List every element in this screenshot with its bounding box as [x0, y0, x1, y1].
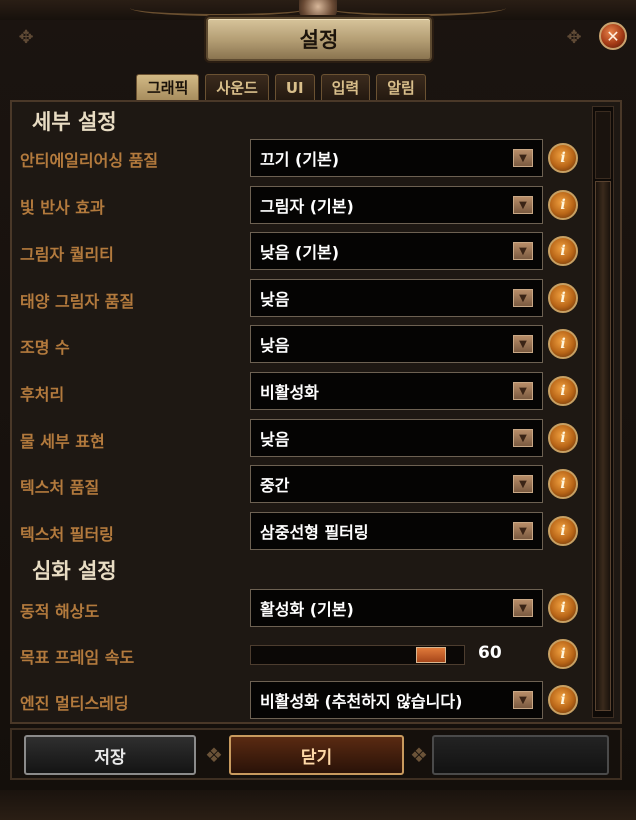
- scrollbar-thumb[interactable]: [595, 181, 611, 711]
- shadow-quality-dropdown[interactable]: 낮음 (기본) ▼: [250, 232, 543, 270]
- scrollbar-top-section: [595, 111, 611, 179]
- texture-quality-dropdown[interactable]: 중간 ▼: [250, 465, 543, 503]
- setting-label-light-count: 조명 수: [20, 338, 70, 357]
- antialiasing-value: 끄기 (기본): [260, 150, 340, 169]
- texture-filtering-value: 삼중선형 필터링: [260, 523, 369, 542]
- setting-label-texture-quality: 텍스처 품질: [20, 478, 100, 497]
- tab-graphics[interactable]: 그래픽: [136, 74, 200, 100]
- setting-label-dynamic-resolution: 동적 해상도: [20, 602, 100, 621]
- engine-multithreading-dropdown[interactable]: 비활성화 (추천하지 않습니다) ▼: [250, 681, 543, 719]
- water-detail-value: 낮음: [260, 430, 290, 449]
- info-icon[interactable]: i: [548, 376, 578, 406]
- dropdown-arrow-icon[interactable]: ▼: [513, 196, 533, 214]
- dropdown-arrow-icon[interactable]: ▼: [513, 691, 533, 709]
- section-title-advanced: 심화 설정: [32, 559, 117, 583]
- texture-filtering-dropdown[interactable]: 삼중선형 필터링 ▼: [250, 512, 543, 550]
- framerate-value: 60: [478, 643, 502, 663]
- tab-input[interactable]: 입력: [320, 74, 371, 100]
- info-icon[interactable]: i: [548, 639, 578, 669]
- info-icon[interactable]: i: [548, 190, 578, 220]
- setting-label-light-reflection: 빛 반사 효과: [20, 198, 105, 217]
- dropdown-arrow-icon[interactable]: ▼: [513, 522, 533, 540]
- dropdown-arrow-icon[interactable]: ▼: [513, 335, 533, 353]
- sun-shadow-dropdown[interactable]: 낮음 ▼: [250, 279, 543, 317]
- dropdown-arrow-icon[interactable]: ▼: [513, 429, 533, 447]
- dropdown-arrow-icon[interactable]: ▼: [513, 475, 533, 493]
- water-detail-dropdown[interactable]: 낮음 ▼: [250, 419, 543, 457]
- post-processing-dropdown[interactable]: 비활성화 ▼: [250, 372, 543, 410]
- setting-label-sun-shadow: 태양 그림자 품질: [20, 292, 135, 311]
- corner-ornament-left: ✥: [18, 27, 34, 48]
- tab-ui[interactable]: UI: [274, 74, 315, 100]
- save-button[interactable]: 저장: [24, 735, 196, 775]
- info-icon[interactable]: i: [548, 469, 578, 499]
- light-count-value: 낮음: [260, 336, 290, 355]
- info-icon[interactable]: i: [548, 685, 578, 715]
- shadow-quality-value: 낮음 (기본): [260, 243, 340, 262]
- dropdown-arrow-icon[interactable]: ▼: [513, 149, 533, 167]
- ornament-wing-left: [130, 0, 310, 16]
- bottom-ornament: [0, 790, 636, 820]
- setting-label-shadow-quality: 그림자 퀄리티: [20, 245, 114, 264]
- tab-sound[interactable]: 사운드: [205, 74, 269, 100]
- tab-notifications[interactable]: 알림: [376, 74, 426, 100]
- info-icon[interactable]: i: [548, 593, 578, 623]
- setting-label-post-processing: 후처리: [20, 385, 65, 404]
- ornament-wing-right: [326, 0, 506, 16]
- setting-label-engine-multithreading: 엔진 멀티스레딩: [20, 694, 129, 713]
- post-processing-value: 비활성화: [260, 383, 319, 402]
- engine-multithreading-value: 비활성화 (추천하지 않습니다): [260, 692, 463, 711]
- setting-label-antialiasing: 안티에일리어싱 품질: [20, 151, 159, 170]
- light-count-dropdown[interactable]: 낮음 ▼: [250, 325, 543, 363]
- setting-label-texture-filtering: 텍스처 필터링: [20, 525, 114, 544]
- settings-tabs: 그래픽 사운드 UI 입력 알림: [136, 74, 426, 100]
- info-icon[interactable]: i: [548, 283, 578, 313]
- close-button[interactable]: 닫기: [229, 735, 404, 775]
- knot-ornament: ❖: [410, 743, 428, 767]
- empty-button-slot: [432, 735, 609, 775]
- setting-label-water-detail: 물 세부 표현: [20, 432, 105, 451]
- close-icon[interactable]: ✕: [599, 22, 627, 50]
- dropdown-arrow-icon[interactable]: ▼: [513, 382, 533, 400]
- antialiasing-dropdown[interactable]: 끄기 (기본) ▼: [250, 139, 543, 177]
- dynamic-resolution-dropdown[interactable]: 활성화 (기본) ▼: [250, 589, 543, 627]
- light-reflection-dropdown[interactable]: 그림자 (기본) ▼: [250, 186, 543, 224]
- section-title-detail: 세부 설정: [32, 110, 117, 134]
- window-title: 설정: [206, 17, 432, 61]
- framerate-slider-thumb[interactable]: [416, 647, 446, 663]
- setting-label-target-framerate: 목표 프레임 속도: [20, 648, 135, 667]
- dropdown-arrow-icon[interactable]: ▼: [513, 289, 533, 307]
- info-icon[interactable]: i: [548, 143, 578, 173]
- info-icon[interactable]: i: [548, 516, 578, 546]
- dropdown-arrow-icon[interactable]: ▼: [513, 599, 533, 617]
- corner-ornament-right: ✥: [566, 27, 582, 48]
- info-icon[interactable]: i: [548, 423, 578, 453]
- dropdown-arrow-icon[interactable]: ▼: [513, 242, 533, 260]
- scrollbar[interactable]: [592, 106, 614, 718]
- dynamic-resolution-value: 활성화 (기본): [260, 600, 354, 619]
- info-icon[interactable]: i: [548, 329, 578, 359]
- sun-shadow-value: 낮음: [260, 290, 290, 309]
- info-icon[interactable]: i: [548, 236, 578, 266]
- knot-ornament: ❖: [205, 743, 223, 767]
- light-reflection-value: 그림자 (기본): [260, 197, 354, 216]
- framerate-slider-track[interactable]: [250, 645, 465, 665]
- texture-quality-value: 중간: [260, 476, 290, 495]
